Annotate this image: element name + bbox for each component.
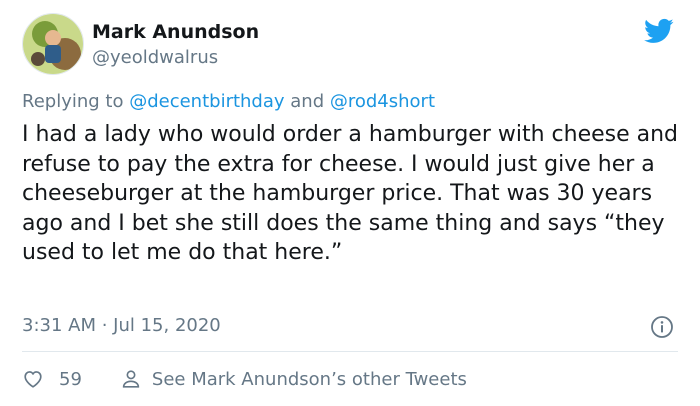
reply-mention-decentbirthday[interactable]: @decentbirthday	[129, 91, 284, 112]
reply-mention-rod4short[interactable]: @rod4short	[330, 91, 435, 112]
see-other-tweets-link[interactable]: See Mark Anundson’s other Tweets	[120, 368, 467, 390]
like-count: 59	[59, 368, 82, 390]
author-name[interactable]: Mark Anundson	[92, 21, 259, 43]
person-icon	[122, 370, 140, 388]
author-handle[interactable]: @yeoldwalrus	[92, 47, 218, 68]
replying-prefix: Replying to	[22, 91, 130, 112]
tweet-timestamp[interactable]: 3:31 AM · Jul 15, 2020	[22, 315, 221, 336]
info-icon[interactable]	[650, 315, 674, 339]
twitter-bird-icon[interactable]	[641, 16, 677, 46]
avatar[interactable]	[22, 13, 84, 75]
divider	[22, 351, 678, 352]
replying-conjunction: and	[284, 91, 330, 112]
tweet-actions: 59 See Mark Anundson’s other Tweets	[22, 366, 467, 392]
heart-icon	[24, 371, 42, 388]
tweet-body: I had a lady who would order a hamburger…	[22, 122, 679, 265]
like-button[interactable]: 59	[22, 368, 82, 390]
see-other-tweets-label: See Mark Anundson’s other Tweets	[151, 368, 467, 390]
replying-to: Replying to @decentbirthday and @rod4sho…	[22, 91, 435, 112]
